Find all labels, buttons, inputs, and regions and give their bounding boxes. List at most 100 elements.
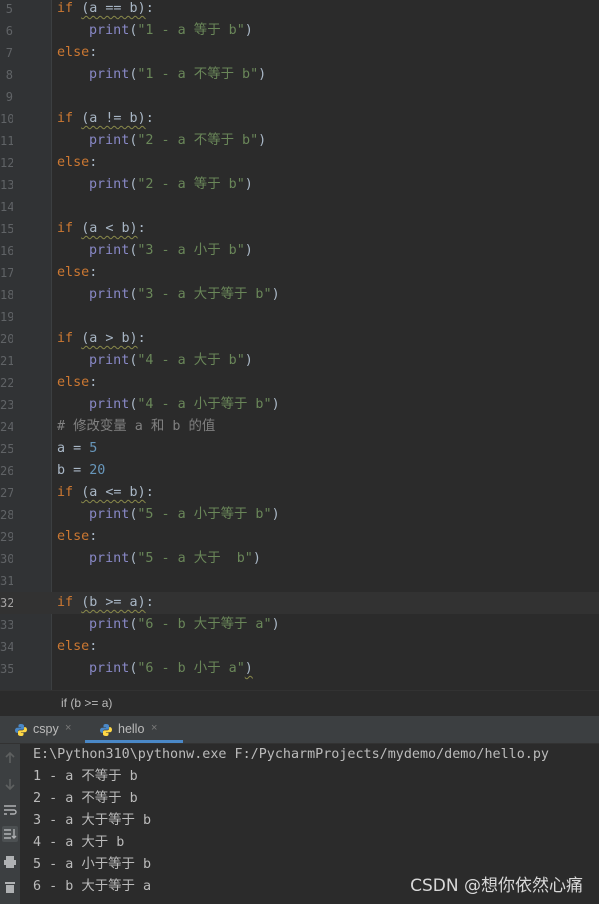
run-tab-cspy[interactable]: cspy × <box>14 716 86 743</box>
code-line[interactable]: 21 print("4 - a 大于 b") <box>0 350 599 372</box>
arrow-down-icon[interactable] <box>2 776 18 792</box>
trash-icon[interactable] <box>2 879 18 895</box>
scroll-to-end-icon[interactable] <box>2 826 18 842</box>
code-line[interactable]: 23 print("4 - a 小于等于 b") <box>0 394 599 416</box>
code-token: print <box>89 67 130 82</box>
code-editor[interactable]: 5 if (a == b): 6 print("1 - a 等于 b") 7 else: 8… <box>0 0 599 690</box>
code-token: if <box>57 595 82 610</box>
code-token: (b >= a) <box>81 595 146 610</box>
code-text: print("5 - a 大于 b") <box>89 548 261 570</box>
code-token: : <box>89 155 98 170</box>
code-line[interactable]: 31 <box>0 570 599 592</box>
breadcrumb[interactable]: if (b >= a) <box>0 690 599 717</box>
code-line[interactable]: 35 print("6 - b 小于 a") <box>0 658 599 680</box>
close-icon[interactable]: × <box>151 722 157 734</box>
run-tab-hello[interactable]: hello × <box>85 716 183 743</box>
code-token: : <box>89 375 98 390</box>
code-line[interactable]: 12 else: <box>0 152 599 174</box>
breadcrumb-item[interactable]: if (b >= a) <box>61 696 112 710</box>
code-token: print <box>89 243 130 258</box>
code-token: print <box>89 397 130 412</box>
code-token: print <box>89 617 130 632</box>
line-number: 11 <box>0 134 13 148</box>
line-number: 21 <box>0 354 13 368</box>
code-text: else: <box>57 152 97 174</box>
code-text: if (a == b): <box>57 0 154 20</box>
code-line[interactable]: 26 b = 20 <box>0 460 599 482</box>
code-text: print("2 - a 不等于 b") <box>89 130 266 152</box>
code-line[interactable]: 27 if (a <= b): <box>0 482 599 504</box>
tab-label: cspy <box>33 722 59 736</box>
code-line[interactable]: 24 # 修改变量 a 和 b 的值 <box>0 416 599 438</box>
code-line[interactable]: 9 <box>0 86 599 108</box>
code-text: a = 5 <box>57 438 97 460</box>
code-token: print <box>89 661 130 676</box>
code-line[interactable]: 33 print("6 - b 大于等于 a") <box>0 614 599 636</box>
code-line[interactable]: 17 else: <box>0 262 599 284</box>
code-token: : <box>137 331 146 346</box>
code-line[interactable]: 6 print("1 - a 等于 b") <box>0 20 599 42</box>
code-line[interactable]: 14 <box>0 196 599 218</box>
line-number: 25 <box>0 442 13 456</box>
line-number: 30 <box>0 552 13 566</box>
code-line[interactable]: 7 else: <box>0 42 599 64</box>
code-line[interactable]: 34 else: <box>0 636 599 658</box>
code-line[interactable]: 16 print("3 - a 小于 b") <box>0 240 599 262</box>
code-text: if (a > b): <box>57 328 146 350</box>
code-text: print("2 - a 等于 b") <box>89 174 253 196</box>
code-token: "3 - a 小于 b" <box>137 243 245 258</box>
code-token: "4 - a 大于 b" <box>137 353 245 368</box>
code-line[interactable]: 25 a = 5 <box>0 438 599 460</box>
line-number: 19 <box>0 310 13 324</box>
code-line[interactable]: 13 print("2 - a 等于 b") <box>0 174 599 196</box>
code-token: (a > b) <box>81 331 138 346</box>
code-token: 20 <box>89 463 106 478</box>
line-number: 34 <box>0 640 13 654</box>
close-icon[interactable]: × <box>65 722 71 734</box>
code-line[interactable]: 30 print("5 - a 大于 b") <box>0 548 599 570</box>
code-token: "1 - a 等于 b" <box>137 23 245 38</box>
code-line[interactable]: 20 if (a > b): <box>0 328 599 350</box>
arrow-up-icon[interactable] <box>2 750 18 766</box>
code-line[interactable]: 11 print("2 - a 不等于 b") <box>0 130 599 152</box>
code-line[interactable]: 19 <box>0 306 599 328</box>
code-line[interactable]: 22 else: <box>0 372 599 394</box>
line-number: 31 <box>0 574 13 588</box>
code-line[interactable]: 10 if (a != b): <box>0 108 599 130</box>
code-token: else <box>57 529 90 544</box>
code-token: ) <box>244 177 253 192</box>
code-line[interactable]: 32 if (b >= a): <box>0 592 599 614</box>
code-token: : <box>137 221 146 236</box>
line-number: 17 <box>0 266 13 280</box>
code-token: : <box>89 639 98 654</box>
code-token: ) <box>244 243 253 258</box>
watermark: CSDN @想你依然心痛 <box>410 876 583 896</box>
python-icon <box>99 723 113 737</box>
code-text: else: <box>57 372 97 394</box>
code-token: "5 - a 大于 b" <box>137 551 253 566</box>
code-token: print <box>89 133 130 148</box>
code-line[interactable]: 8 print("1 - a 不等于 b") <box>0 64 599 86</box>
line-number: 12 <box>0 156 13 170</box>
code-line[interactable]: 18 print("3 - a 大于等于 b") <box>0 284 599 306</box>
code-token: else <box>57 155 90 170</box>
code-line[interactable]: 29 else: <box>0 526 599 548</box>
code-text: print("1 - a 等于 b") <box>89 20 253 42</box>
code-token: "6 - b 小于 a" <box>137 661 245 676</box>
code-token: print <box>89 287 130 302</box>
line-number: 22 <box>0 376 13 390</box>
code-line[interactable]: 5 if (a == b): <box>0 0 599 20</box>
print-icon[interactable] <box>2 854 18 870</box>
code-text: if (a <= b): <box>57 482 154 504</box>
soft-wrap-icon[interactable] <box>2 802 18 818</box>
code-token: if <box>57 221 82 236</box>
line-number: 33 <box>0 618 13 632</box>
line-number: 26 <box>0 464 13 478</box>
code-token: else <box>57 265 90 280</box>
code-text: if (b >= a): <box>57 592 154 614</box>
run-console[interactable]: E:\Python310\pythonw.exe F:/PycharmProje… <box>0 744 599 904</box>
code-line[interactable]: 15 if (a < b): <box>0 218 599 240</box>
code-token: ) <box>252 551 261 566</box>
code-line[interactable]: 28 print("5 - a 小于等于 b") <box>0 504 599 526</box>
code-token: "3 - a 大于等于 b" <box>137 287 272 302</box>
